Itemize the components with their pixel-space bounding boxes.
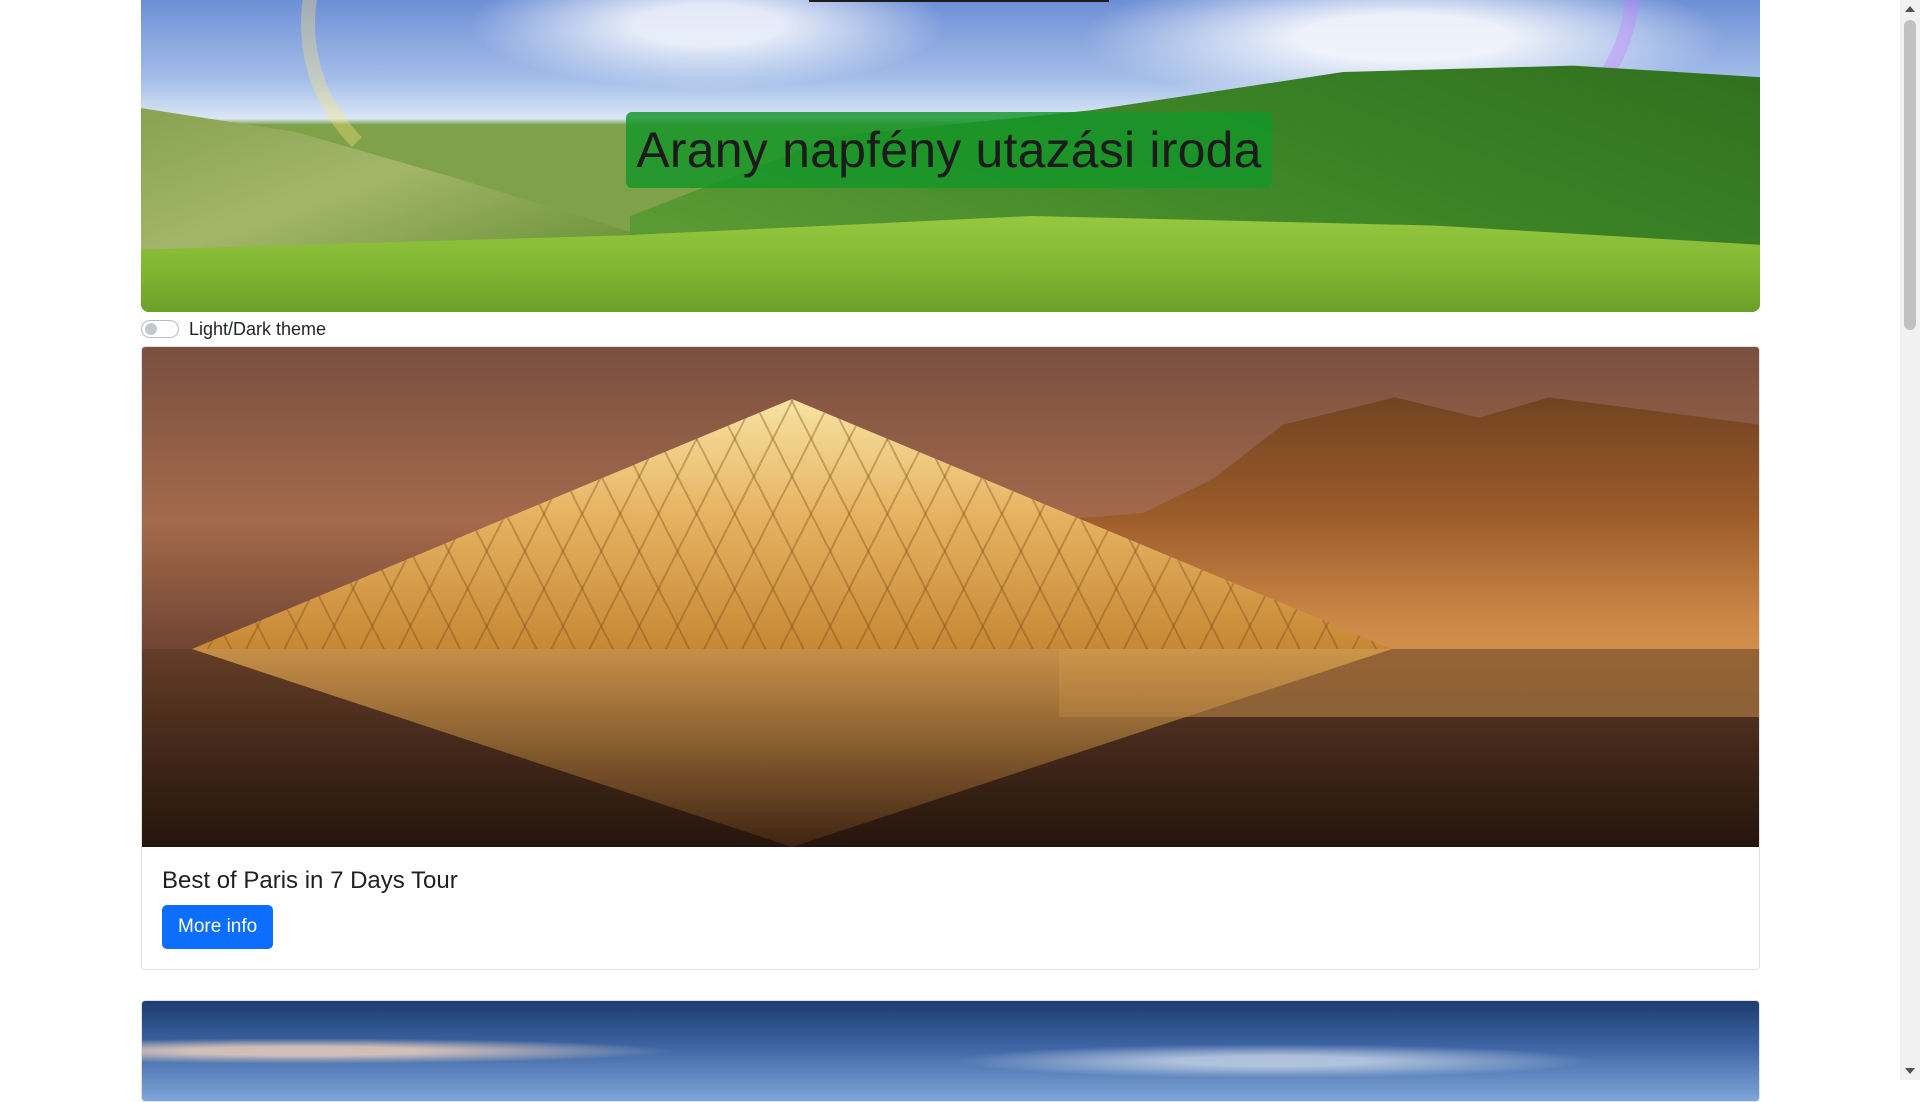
tour-card-image xyxy=(142,1001,1759,1101)
toggle-knob xyxy=(145,323,157,335)
tour-card: Best of Paris in 7 Days Tour More info xyxy=(141,346,1760,970)
site-title: Arany napfény utazási iroda xyxy=(626,112,1272,188)
header-hero: Arany napfény utazási iroda xyxy=(141,0,1760,312)
tour-card xyxy=(141,1000,1760,1102)
tour-card-body: Best of Paris in 7 Days Tour More info xyxy=(142,847,1759,969)
vertical-scrollbar[interactable] xyxy=(1900,0,1920,1080)
tour-card-title: Best of Paris in 7 Days Tour xyxy=(162,867,458,894)
theme-toggle-switch[interactable] xyxy=(141,320,179,338)
more-info-button[interactable]: More info xyxy=(162,905,274,949)
scroll-down-arrow-icon[interactable] xyxy=(1905,1068,1915,1074)
scroll-up-arrow-icon[interactable] xyxy=(1905,6,1915,12)
tour-card-image xyxy=(142,347,1759,847)
page-container: Arany napfény utazási iroda Light/Dark t… xyxy=(141,0,1760,1102)
theme-toggle-label[interactable]: Light/Dark theme xyxy=(189,319,326,340)
scrollbar-thumb[interactable] xyxy=(1904,20,1916,330)
top-divider xyxy=(809,0,1109,2)
theme-toggle-row: Light/Dark theme xyxy=(141,312,1760,346)
